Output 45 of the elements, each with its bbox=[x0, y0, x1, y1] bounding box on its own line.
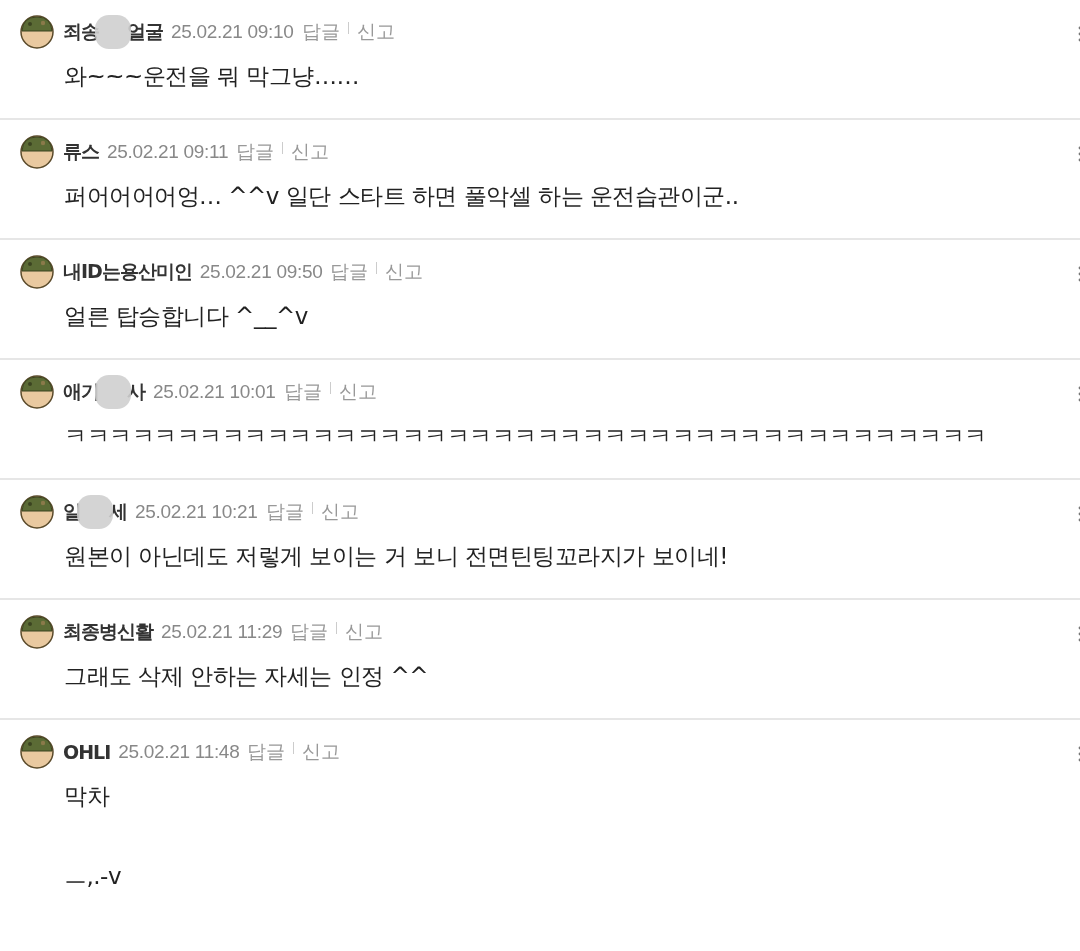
report-link[interactable]: 신고 bbox=[338, 379, 377, 405]
comment-text: 퍼어어어어엉… ^^v 일단 스타트 하면 풀악셀 하는 운전습관이군.. bbox=[63, 182, 740, 211]
user-name[interactable]: 죄송 bbox=[63, 19, 99, 45]
user-name[interactable]: 세 bbox=[109, 499, 127, 525]
avatar-icon bbox=[20, 375, 54, 409]
comment-date: 25.02.21 09:11 bbox=[107, 141, 229, 163]
comment-text: 와~~~운전을 뭐 막그냥…… bbox=[63, 62, 360, 91]
reply-link[interactable]: 답글 bbox=[301, 19, 340, 45]
comment-text: 막차 ㅡ,.-v bbox=[63, 782, 123, 891]
comment-date: 25.02.21 10:21 bbox=[135, 501, 258, 523]
comment-date: 25.02.21 10:01 bbox=[153, 381, 276, 403]
user-name[interactable]: 얼굴 bbox=[127, 19, 163, 45]
comment-text: 그래도 삭제 안하는 자세는 인정 ^^ bbox=[63, 662, 430, 691]
reply-link[interactable]: 답글 bbox=[247, 739, 286, 765]
comment-date: 25.02.21 09:50 bbox=[199, 261, 323, 283]
user-name[interactable]: 내ID는용산미인 bbox=[63, 259, 192, 285]
comment-text: 얼른 탑승합니다 ^__^v bbox=[63, 302, 309, 331]
comment-text: ㅋㅋㅋㅋㅋㅋㅋㅋㅋㅋㅋㅋㅋㅋㅋㅋㅋㅋㅋㅋㅋㅋㅋㅋㅋㅋㅋㅋㅋㅋㅋㅋㅋㅋㅋㅋㅋㅋㅋㅋㅋ bbox=[63, 422, 988, 451]
user-name[interactable]: 류스 bbox=[63, 139, 99, 165]
reply-link[interactable]: 답글 bbox=[265, 499, 304, 525]
comment-text: 원본이 아닌데도 저렇게 보이는 거 보니 전면틴팅꼬라지가 보이네! bbox=[63, 542, 729, 571]
reply-link[interactable]: 답글 bbox=[330, 259, 369, 285]
user-name[interactable]: 사 bbox=[127, 379, 145, 405]
report-link[interactable]: 신고 bbox=[356, 19, 395, 45]
comment-date: 25.02.21 11:29 bbox=[161, 621, 283, 643]
user-name[interactable]: OHLI bbox=[63, 741, 111, 763]
user-name[interactable]: 애기 bbox=[63, 379, 99, 405]
reply-link[interactable]: 답글 bbox=[283, 379, 322, 405]
comment-date: 25.02.21 09:10 bbox=[171, 21, 294, 43]
avatar-icon bbox=[20, 135, 54, 169]
report-link[interactable]: 신고 bbox=[302, 739, 341, 765]
reply-link[interactable]: 답글 bbox=[290, 619, 329, 645]
report-link[interactable]: 신고 bbox=[385, 259, 424, 285]
comment-date: 25.02.21 11:48 bbox=[118, 741, 240, 763]
user-name[interactable]: 일 bbox=[63, 499, 81, 525]
avatar-icon bbox=[20, 255, 54, 289]
report-link[interactable]: 신고 bbox=[345, 619, 384, 645]
avatar-icon bbox=[20, 615, 54, 649]
report-link[interactable]: 신고 bbox=[320, 499, 359, 525]
report-link[interactable]: 신고 bbox=[291, 139, 330, 165]
reply-link[interactable]: 답글 bbox=[236, 139, 275, 165]
user-name[interactable]: 최종병신활 bbox=[63, 619, 153, 645]
avatar-icon bbox=[20, 15, 54, 49]
avatar-icon bbox=[20, 495, 54, 529]
avatar-icon bbox=[20, 735, 54, 769]
